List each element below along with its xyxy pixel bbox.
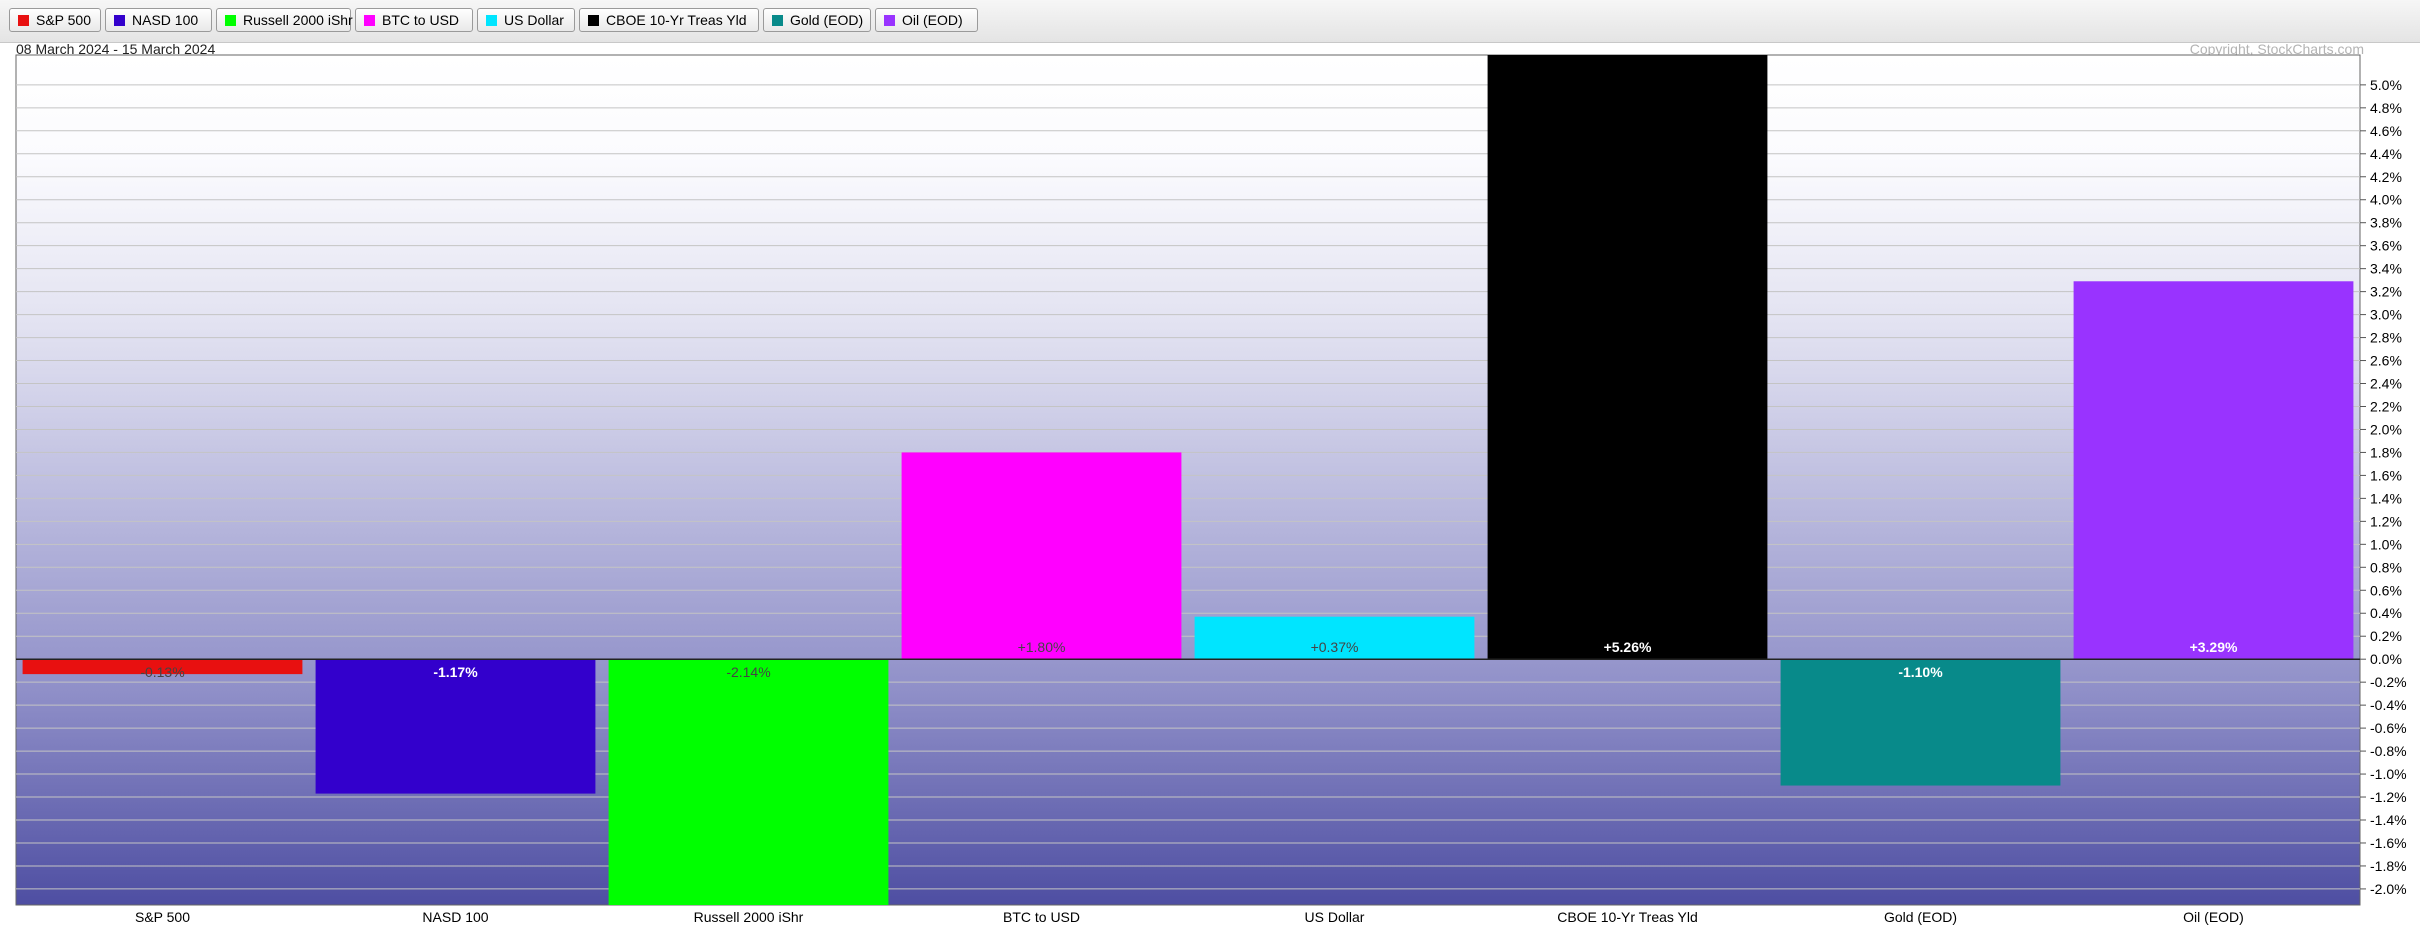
x-tick-label: NASD 100 xyxy=(422,909,488,925)
bar[interactable] xyxy=(608,659,889,905)
y-tick-label: -1.8% xyxy=(2370,858,2407,874)
y-tick-label: 2.8% xyxy=(2370,330,2402,346)
x-tick-label: US Dollar xyxy=(1305,909,1365,925)
data-label: -1.10% xyxy=(1898,664,1943,680)
y-tick-label: 3.4% xyxy=(2370,261,2402,277)
y-tick-label: -1.0% xyxy=(2370,766,2407,782)
data-label: -0.13% xyxy=(140,664,184,680)
y-tick-label: 2.4% xyxy=(2370,376,2402,392)
y-tick-label: -1.6% xyxy=(2370,835,2407,851)
y-tick-label: 4.0% xyxy=(2370,192,2402,208)
y-tick-label: -0.2% xyxy=(2370,674,2407,690)
y-tick-label: -2.0% xyxy=(2370,881,2407,897)
y-tick-label: 2.0% xyxy=(2370,421,2402,437)
x-tick-label: Oil (EOD) xyxy=(2183,909,2244,925)
y-tick-label: -0.8% xyxy=(2370,743,2407,759)
y-tick-label: 0.8% xyxy=(2370,559,2402,575)
bar[interactable] xyxy=(2073,281,2354,660)
bar[interactable] xyxy=(1487,55,1768,660)
y-tick-label: 5.0% xyxy=(2370,77,2402,93)
y-tick-label: 2.2% xyxy=(2370,398,2402,414)
y-tick-label: 1.2% xyxy=(2370,513,2402,529)
x-tick-label: Gold (EOD) xyxy=(1884,909,1957,925)
y-tick-label: 0.2% xyxy=(2370,628,2402,644)
y-tick-label: 1.0% xyxy=(2370,536,2402,552)
y-tick-label: 3.8% xyxy=(2370,215,2402,231)
x-tick-label: CBOE 10-Yr Treas Yld xyxy=(1557,909,1698,925)
y-tick-label: 2.6% xyxy=(2370,353,2402,369)
data-label: +0.37% xyxy=(1311,639,1359,655)
y-tick-label: 0.0% xyxy=(2370,651,2402,667)
y-tick-label: 4.2% xyxy=(2370,169,2402,185)
y-tick-label: 4.8% xyxy=(2370,100,2402,116)
y-tick-label: -0.4% xyxy=(2370,697,2407,713)
y-tick-label: 1.8% xyxy=(2370,444,2402,460)
data-label: -1.17% xyxy=(433,664,478,680)
y-tick-label: 3.2% xyxy=(2370,284,2402,300)
y-axis-labels: 5.0% 4.8% 4.6% 4.4% 4.2% 4.0% 3.8% 3.6% 3.4% 3.2%… xyxy=(2370,77,2407,897)
y-tick-label: 3.6% xyxy=(2370,238,2402,254)
bar[interactable] xyxy=(901,452,1182,660)
y-tick-label: 3.0% xyxy=(2370,307,2402,323)
y-tick-label: 1.6% xyxy=(2370,467,2402,483)
performance-bar-chart: 5.0% 4.8% 4.6% 4.4% 4.2% 4.0% 3.8% 3.6% 3.4% 3.2%… xyxy=(15,54,2407,925)
y-tick-label: 0.4% xyxy=(2370,605,2402,621)
y-tick-label: 1.4% xyxy=(2370,490,2402,506)
x-tick-label: BTC to USD xyxy=(1003,909,1080,925)
data-label: -2.14% xyxy=(726,664,770,680)
data-label: +5.26% xyxy=(1604,639,1652,655)
y-tick-label: 0.6% xyxy=(2370,582,2402,598)
y-tick-label: 4.4% xyxy=(2370,146,2402,162)
data-label: +3.29% xyxy=(2190,639,2238,655)
x-axis-labels: S&P 500 NASD 100 Russell 2000 iShr BTC to U… xyxy=(135,909,2244,925)
x-tick-label: S&P 500 xyxy=(135,909,190,925)
y-tick-label: -1.2% xyxy=(2370,789,2407,805)
data-label: +1.80% xyxy=(1018,639,1066,655)
y-tick-label: 4.6% xyxy=(2370,123,2402,139)
y-tick-label: -0.6% xyxy=(2370,720,2407,736)
y-tick-label: -1.4% xyxy=(2370,812,2407,828)
x-tick-label: Russell 2000 iShr xyxy=(694,909,804,925)
